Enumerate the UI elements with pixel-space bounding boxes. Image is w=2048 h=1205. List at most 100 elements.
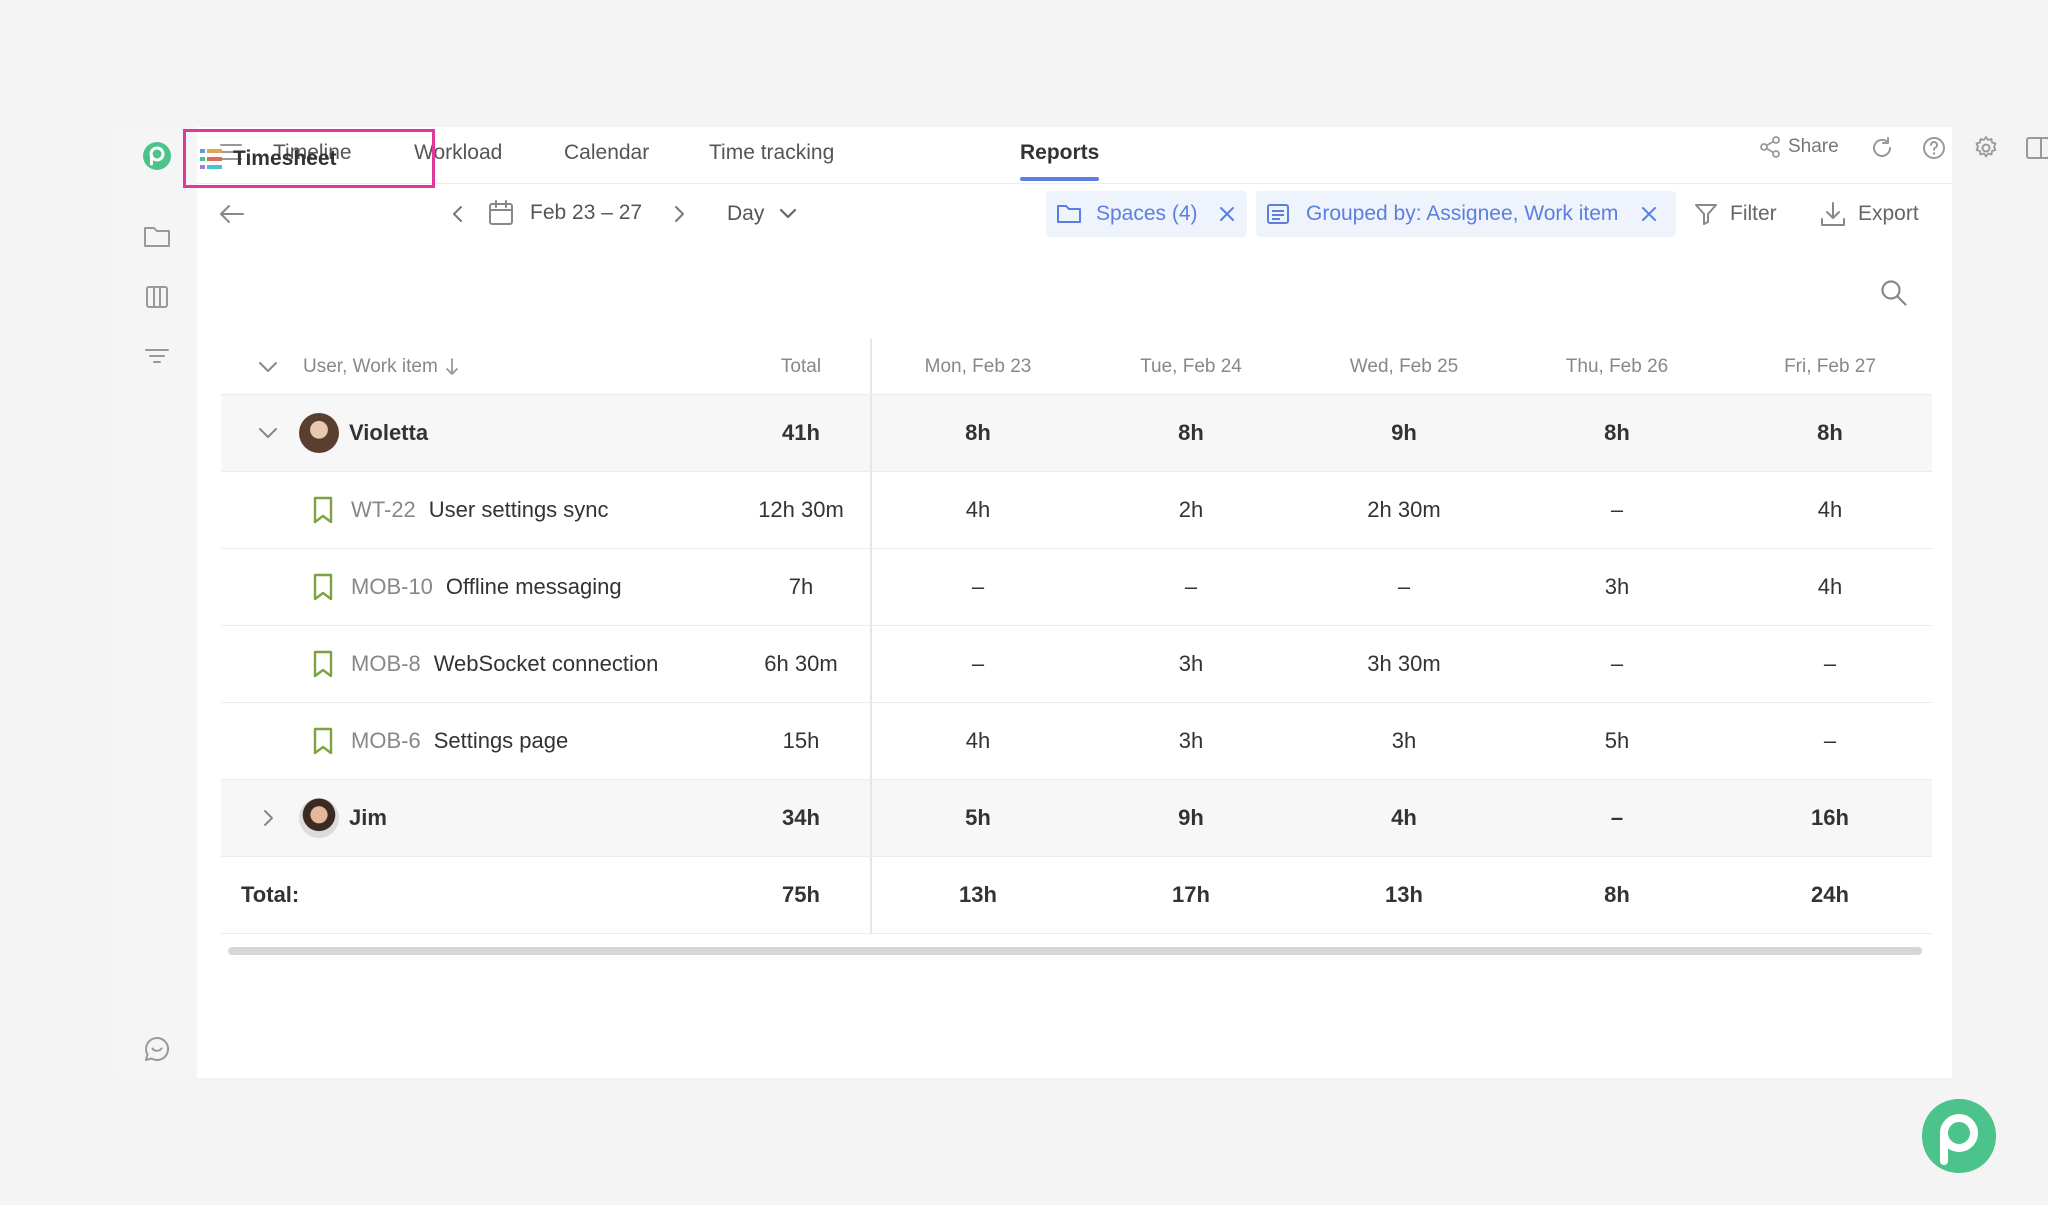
day-cell[interactable]: – bbox=[1724, 626, 1936, 702]
bookmark-icon bbox=[308, 549, 338, 625]
tab-time-tracking[interactable]: Time tracking bbox=[709, 139, 834, 179]
day-cell[interactable]: 5h bbox=[1511, 703, 1723, 779]
table-row-group[interactable]: Jim 34h 5h 9h 4h – 16h bbox=[221, 780, 1932, 857]
day-cell[interactable]: – bbox=[1511, 626, 1723, 702]
spaces-filter-chip[interactable]: Spaces (4) bbox=[1046, 191, 1247, 237]
total-cell: 6h 30m bbox=[764, 651, 838, 676]
day-cell[interactable]: – bbox=[1724, 703, 1936, 779]
day-cell[interactable]: 16h bbox=[1724, 780, 1936, 856]
column-divider bbox=[870, 339, 872, 394]
day-cell[interactable]: 9h bbox=[1085, 780, 1297, 856]
refresh-icon[interactable] bbox=[1869, 135, 1895, 161]
work-item-cell[interactable]: MOB-8 WebSocket connection bbox=[351, 626, 731, 702]
work-item-cell[interactable]: MOB-10 Offline messaging bbox=[351, 549, 731, 625]
column-divider bbox=[870, 780, 872, 856]
horizontal-scrollbar[interactable] bbox=[228, 947, 1922, 955]
day-cell[interactable]: 2h bbox=[1085, 472, 1297, 548]
download-icon bbox=[1821, 202, 1845, 226]
table-row[interactable]: MOB-6 Settings page 15h 4h 3h 3h 5h – bbox=[221, 703, 1932, 780]
day-cell[interactable]: – bbox=[1298, 549, 1510, 625]
filter-list-icon[interactable] bbox=[140, 339, 174, 373]
chevron-right-icon[interactable] bbox=[253, 780, 283, 856]
column-header-day: Fri, Feb 27 bbox=[1784, 355, 1876, 377]
back-arrow-icon[interactable] bbox=[219, 202, 245, 231]
timesheet-view-selector[interactable]: Timesheet bbox=[183, 129, 435, 188]
day-cell[interactable]: 3h bbox=[1511, 549, 1723, 625]
day-cell[interactable]: 8h bbox=[872, 395, 1084, 471]
gear-icon[interactable] bbox=[1973, 135, 1999, 161]
day-cell[interactable]: 2h 30m bbox=[1298, 472, 1510, 548]
chat-icon[interactable] bbox=[140, 1032, 174, 1066]
table-row[interactable]: MOB-8 WebSocket connection 6h 30m – 3h 3… bbox=[221, 626, 1932, 703]
work-item-key: MOB-6 bbox=[351, 728, 421, 753]
panel-toggle-icon[interactable] bbox=[2025, 135, 2048, 161]
next-period-icon[interactable] bbox=[671, 203, 687, 230]
funnel-icon bbox=[1695, 204, 1717, 225]
bookmark-icon bbox=[308, 703, 338, 779]
filter-button[interactable]: Filter bbox=[1694, 202, 1777, 226]
table-row[interactable]: MOB-10 Offline messaging 7h – – – 3h 4h bbox=[221, 549, 1932, 626]
grouping-chip[interactable]: Grouped by: Assignee, Work item bbox=[1256, 191, 1676, 237]
day-cell[interactable]: 3h bbox=[1298, 703, 1510, 779]
day-cell[interactable]: – bbox=[872, 626, 1084, 702]
day-total-cell: 13h bbox=[1385, 882, 1423, 907]
day-cell[interactable]: 3h bbox=[1085, 703, 1297, 779]
column-header-user[interactable]: User, Work item bbox=[303, 339, 603, 394]
day-cell[interactable]: 8h bbox=[1724, 395, 1936, 471]
day-cell[interactable]: 4h bbox=[1724, 472, 1936, 548]
board-icon[interactable] bbox=[140, 280, 174, 314]
spaces-chip-label: Spaces (4) bbox=[1096, 202, 1198, 225]
grouping-chip-label: Grouped by: Assignee, Work item bbox=[1306, 202, 1619, 225]
day-cell[interactable]: – bbox=[1511, 472, 1723, 548]
top-nav: Timeline Workload Calendar Time tracking… bbox=[197, 127, 2048, 184]
share-button[interactable]: Share bbox=[1758, 135, 1839, 159]
grand-total-cell: 75h bbox=[782, 882, 820, 907]
tab-calendar[interactable]: Calendar bbox=[564, 139, 649, 179]
export-button[interactable]: Export bbox=[1820, 201, 1919, 227]
work-item-cell[interactable]: MOB-6 Settings page bbox=[351, 703, 731, 779]
column-divider bbox=[870, 549, 872, 625]
day-total-cell: 8h bbox=[1604, 882, 1630, 907]
help-icon[interactable] bbox=[1921, 135, 1947, 161]
date-range-picker[interactable]: Feb 23 – 27 bbox=[488, 200, 642, 226]
column-header-day: Thu, Feb 26 bbox=[1565, 355, 1669, 377]
timesheet-icon bbox=[200, 148, 222, 169]
total-cell: 7h bbox=[788, 574, 814, 599]
chevron-down-icon[interactable] bbox=[253, 395, 283, 471]
table-total-row: Total: 75h 13h 17h 13h 8h 24h bbox=[221, 857, 1932, 934]
export-label: Export bbox=[1858, 202, 1919, 225]
folder-icon[interactable] bbox=[140, 219, 174, 253]
period-dropdown[interactable]: Day bbox=[727, 202, 798, 226]
day-cell[interactable]: 8h bbox=[1511, 395, 1723, 471]
day-cell[interactable]: 4h bbox=[1724, 549, 1936, 625]
close-icon[interactable] bbox=[1218, 205, 1236, 223]
day-cell[interactable]: – bbox=[1085, 549, 1297, 625]
day-cell[interactable]: 3h bbox=[1085, 626, 1297, 702]
day-cell[interactable]: 4h bbox=[872, 472, 1084, 548]
day-cell[interactable]: 3h 30m bbox=[1298, 626, 1510, 702]
day-total-cell: 17h bbox=[1172, 882, 1210, 907]
day-cell[interactable]: 5h bbox=[872, 780, 1084, 856]
work-item-cell[interactable]: WT-22 User settings sync bbox=[351, 472, 731, 548]
total-cell: 41h bbox=[782, 420, 820, 445]
close-icon[interactable] bbox=[1640, 205, 1658, 223]
search-icon[interactable] bbox=[1880, 279, 1908, 312]
day-cell[interactable]: 4h bbox=[1298, 780, 1510, 856]
prev-period-icon[interactable] bbox=[450, 203, 466, 230]
day-cell[interactable]: – bbox=[1511, 780, 1723, 856]
column-header-day: Mon, Feb 23 bbox=[924, 355, 1032, 377]
calendar-icon bbox=[489, 200, 513, 225]
column-divider bbox=[870, 703, 872, 779]
bookmark-icon bbox=[308, 626, 338, 702]
day-cell[interactable]: 9h bbox=[1298, 395, 1510, 471]
filter-label: Filter bbox=[1730, 202, 1777, 225]
day-cell[interactable]: – bbox=[872, 549, 1084, 625]
table-row-group[interactable]: Violetta 41h 8h 8h 9h 8h 8h bbox=[221, 395, 1932, 472]
logo-icon[interactable] bbox=[140, 139, 174, 173]
day-cell[interactable]: 4h bbox=[872, 703, 1084, 779]
day-cell[interactable]: 8h bbox=[1085, 395, 1297, 471]
collapse-all-icon[interactable] bbox=[253, 339, 283, 394]
date-range-label: Feb 23 – 27 bbox=[530, 201, 643, 224]
table-row[interactable]: WT-22 User settings sync 12h 30m 4h 2h 2… bbox=[221, 472, 1932, 549]
tab-reports[interactable]: Reports bbox=[1020, 139, 1100, 181]
